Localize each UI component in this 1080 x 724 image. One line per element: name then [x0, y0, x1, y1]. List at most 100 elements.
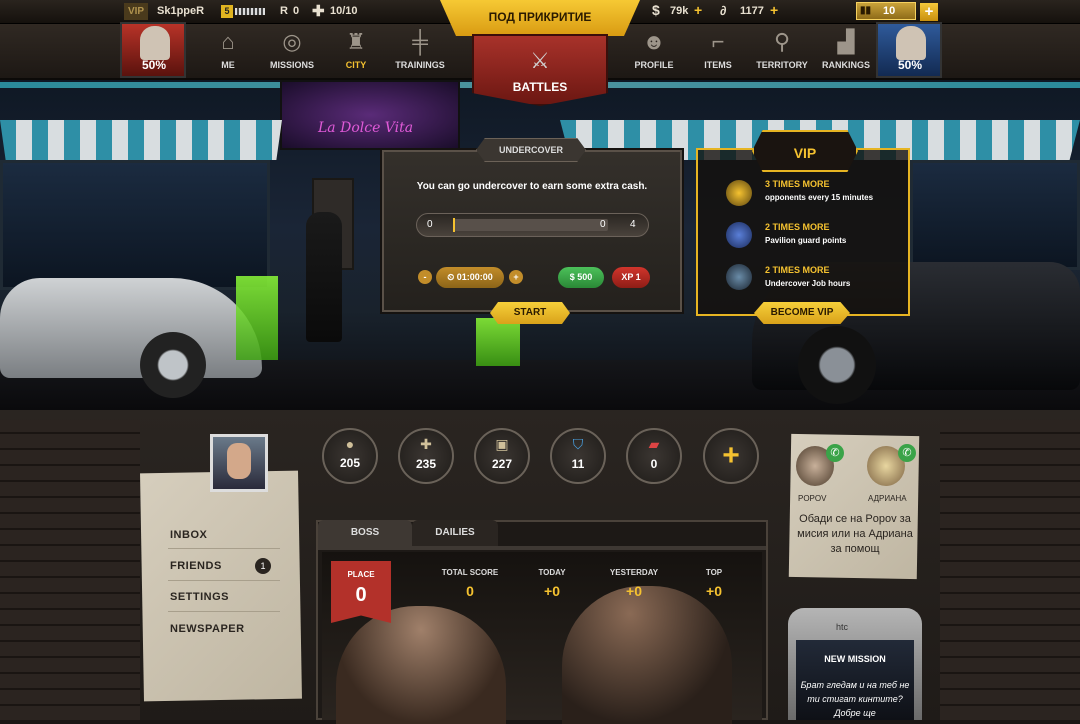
become-vip-button[interactable]: BECOME VIP [754, 302, 850, 324]
shop-window-left [0, 160, 270, 290]
menu-friends[interactable]: FRIENDS [170, 560, 222, 572]
stat-vest[interactable]: ▣ 227 [474, 428, 530, 484]
police-avatar-icon [227, 443, 251, 479]
add-item-button[interactable]: + [703, 428, 759, 484]
undercover-description: You can go undercover to earn some extra… [416, 181, 648, 192]
vip-perk-2-highlight: 2 TIMES MORE [765, 222, 830, 232]
target-icon: ◎ [282, 29, 302, 54]
undercover-slider[interactable]: 0 0 4 [416, 213, 649, 237]
score-total: TOTAL SCORE 0 [441, 568, 499, 599]
start-button[interactable]: START [490, 302, 570, 324]
spy-icon [726, 264, 752, 290]
tab-boss[interactable]: BOSS [318, 520, 412, 546]
mission-phone[interactable]: htc NEW MISSION Брат гледам и на теб не … [788, 608, 922, 720]
user-icon: ☻ [642, 29, 666, 54]
phone-title: NEW MISSION [824, 654, 886, 664]
plus-icon: + [722, 439, 740, 472]
popov-name: POPOV [798, 494, 827, 503]
pistol-icon: ⌐ [711, 29, 725, 54]
stat-cigarettes[interactable]: ▰ 0 [626, 428, 682, 484]
r-value: 0 [293, 5, 300, 17]
place-label: PLACE [347, 570, 375, 579]
undercover-banner: ПОД ПРИКРИТИЕ [440, 0, 640, 36]
menu-newspaper[interactable]: NEWSPAPER [170, 623, 245, 635]
nav-rankings[interactable]: ▟ RANKINGS [810, 24, 882, 76]
increase-time-button[interactable]: + [509, 270, 523, 284]
nav-battles[interactable]: ⚔ BATTLES [472, 34, 608, 106]
nav-trainings[interactable]: ╪ TRAININGS [384, 24, 456, 76]
map-pin-icon: ⚲ [773, 29, 791, 54]
stat-shield[interactable]: ⛉ 11 [550, 428, 606, 484]
rival-percent: 50% [898, 58, 923, 72]
nav-territory[interactable]: ⚲ TERRITORY [746, 24, 818, 76]
gold-value: 10 [883, 5, 896, 17]
green-planter-left [236, 276, 278, 360]
stat-medkit[interactable]: ✚ 235 [398, 428, 454, 484]
city-icon: ♜ [346, 29, 366, 54]
score-top: TOP +0 [705, 568, 723, 599]
nav-missions[interactable]: ◎ MISSIONS [256, 24, 328, 76]
house-icon: ⌂ [221, 29, 235, 54]
gold-bars-icon: ▮▮ [860, 5, 872, 16]
username: Sk1ppeR [157, 5, 205, 17]
slider-max: 4 [630, 219, 636, 230]
phone-brand: htc [836, 622, 849, 632]
tab-dailies[interactable]: DAILIES [412, 520, 498, 546]
add-cash-button[interactable]: + [694, 2, 702, 18]
vip-perk-1-text: opponents every 15 minutes [765, 193, 874, 202]
call-adriana-icon[interactable]: ✆ [898, 444, 916, 462]
add-bonds-button[interactable]: + [770, 2, 778, 18]
vip-perk-3-highlight: 2 TIMES MORE [765, 265, 830, 275]
energy-plus-icon: ✚ [312, 3, 325, 20]
nav-city[interactable]: ♜ CITY [320, 24, 392, 76]
nav-profile[interactable]: ☻ PROFILE [618, 24, 690, 76]
player-portrait [140, 26, 170, 60]
cash-reward: $ 500 [558, 267, 604, 288]
player-avatar[interactable]: 50% [120, 22, 186, 78]
cash-value: 79k [670, 5, 689, 17]
mobster-figure[interactable] [306, 212, 342, 342]
menu-divider [168, 611, 280, 612]
add-gold-button[interactable]: + [920, 3, 938, 21]
club-sign-board: La Dolce Vita [280, 80, 460, 150]
shield-icon: ⛉ [572, 436, 584, 452]
vest-icon: ▣ [495, 436, 509, 452]
vip-perk-2-text: Pavilion guard points [765, 236, 847, 245]
xp-bar [235, 8, 265, 15]
timer-pill: ⏲ 01:00:00 [436, 267, 504, 288]
menu-divider [168, 580, 280, 581]
slider-min: 0 [427, 219, 433, 230]
adriana-name: АДРИАНА [868, 494, 907, 503]
vip-perk-3-text: Undercover Job hours [765, 279, 851, 288]
call-popov-icon[interactable]: ✆ [826, 444, 844, 462]
stat-grenade[interactable]: ● 205 [322, 428, 378, 484]
contacts-message: Обади се на Popov за мисия или на Адриан… [797, 513, 913, 555]
xp-reward: XP 1 [612, 267, 650, 288]
brick-wall-right [940, 420, 1080, 720]
slider-handle[interactable] [453, 218, 455, 232]
score-yesterday: YESTERDAY +0 [609, 568, 659, 599]
r-currency-icon: R [280, 5, 288, 17]
slider-track [453, 218, 608, 232]
place-ribbon: PLACE 0 [331, 561, 391, 623]
phone-booth-icon [726, 222, 752, 248]
medkit-icon: ✚ [420, 436, 432, 452]
nav-me[interactable]: ⌂ ME [192, 24, 264, 76]
awning-left [0, 120, 282, 160]
undercover-title: UNDERCOVER [476, 138, 586, 162]
nav-items[interactable]: ⌐ ITEMS [682, 24, 754, 76]
clock-icon: ⏲ [447, 272, 455, 282]
car-wheel [140, 332, 206, 398]
suv-wheel [798, 326, 876, 404]
club-sign: La Dolce Vita [318, 120, 414, 136]
phone-text: Брат гледам и на теб не ти стигат кинтит… [800, 680, 910, 718]
decrease-time-button[interactable]: - [418, 270, 432, 284]
player-portrait-card[interactable] [210, 434, 268, 492]
side-menu-paper [140, 470, 302, 702]
cash-reward-value: 500 [577, 272, 593, 282]
menu-settings[interactable]: SETTINGS [170, 591, 229, 603]
podium-icon: ▟ [837, 29, 855, 54]
rival-avatar[interactable]: 50% [876, 22, 942, 78]
battles-label: BATTLES [512, 80, 568, 94]
menu-inbox[interactable]: INBOX [170, 529, 207, 541]
